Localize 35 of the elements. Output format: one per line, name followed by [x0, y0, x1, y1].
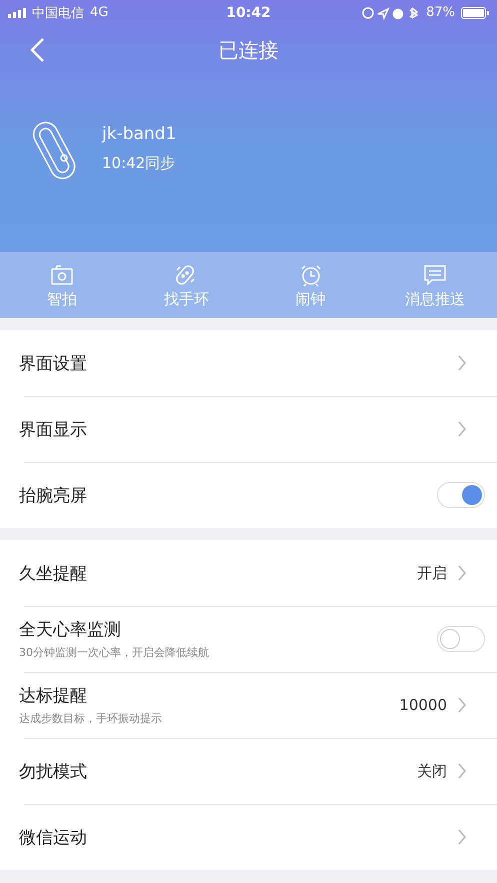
- toggle-switch[interactable]: [437, 626, 485, 652]
- chevron-icon[interactable]: [457, 829, 467, 845]
- toggle-switch[interactable]: [437, 482, 485, 508]
- chevron-icon[interactable]: [457, 763, 467, 779]
- setting-title: 久坐提醒: [19, 562, 88, 584]
- setting-hint: 30分钟监测一次心率，开启会降低续航: [19, 645, 210, 660]
- setting-title: 全天心率监测: [19, 619, 122, 641]
- chevron-icon[interactable]: [457, 355, 467, 371]
- quick-action[interactable]: 闹钟: [248, 252, 373, 318]
- setting-hint: 达成步数目标，手环振动提示: [19, 711, 163, 726]
- setting-value: 10000: [399, 696, 447, 714]
- battery-percent: 87%: [426, 5, 455, 20]
- quick-action[interactable]: 消息推送: [372, 252, 497, 318]
- network-type: 4G: [90, 5, 108, 20]
- chevron-icon[interactable]: [457, 421, 467, 437]
- quick-action[interactable]: 找手环: [124, 252, 248, 318]
- status-time: 10:42: [226, 4, 271, 20]
- setting-title: 勿扰模式: [19, 760, 88, 782]
- chevron-icon[interactable]: [457, 697, 467, 713]
- setting-title: 界面显示: [19, 418, 88, 440]
- battery-icon: [460, 6, 489, 18]
- setting-title: 界面设置: [19, 352, 88, 374]
- status-icons-drawing: [362, 6, 420, 20]
- sync-time: 10:42同步: [102, 154, 176, 173]
- quick-action[interactable]: 智拍: [0, 252, 124, 318]
- carrier-name: 中国电信: [32, 4, 84, 22]
- setting-value: 关闭: [417, 762, 447, 780]
- setting-title: 微信运动: [19, 826, 88, 848]
- device-name: jk-band1: [102, 124, 176, 144]
- setting-value: 开启: [417, 564, 447, 582]
- chevron-icon[interactable]: [457, 565, 467, 581]
- signal-icon: [8, 8, 26, 18]
- nav-title: 已连接: [218, 36, 278, 64]
- setting-title: 抬腕亮屏: [19, 484, 88, 506]
- setting-title: 达标提醒: [19, 685, 88, 707]
